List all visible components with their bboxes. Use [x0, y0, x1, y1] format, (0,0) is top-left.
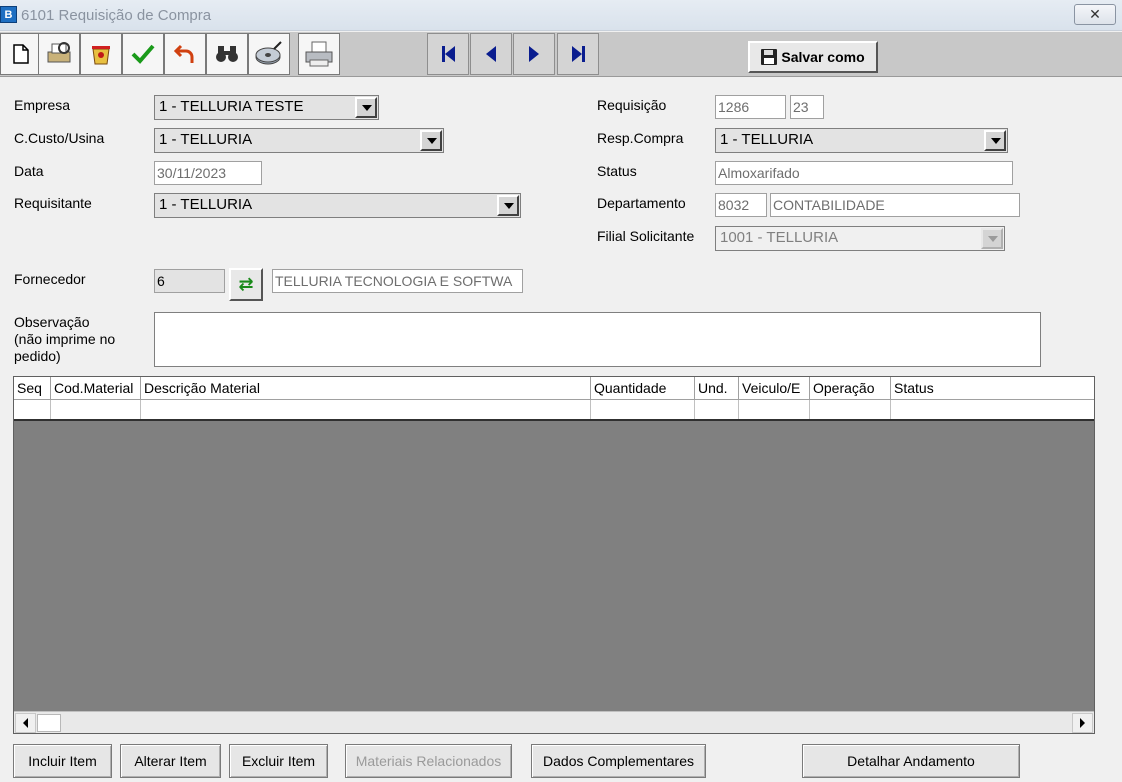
resp-compra-select[interactable]: 1 - TELLURIA — [715, 128, 1008, 153]
delete-icon[interactable] — [80, 33, 122, 75]
requisicao-number-field: 1286 — [715, 95, 786, 119]
incluir-item-button[interactable]: Incluir Item — [13, 744, 112, 778]
filial-label: Filial Solicitante — [597, 228, 695, 244]
floppy-icon — [761, 49, 778, 65]
column-header[interactable]: Und. — [695, 377, 739, 399]
data-label: Data — [14, 163, 44, 179]
filial-value: 1001 - TELLURIA — [720, 229, 839, 246]
excluir-item-button[interactable]: Excluir Item — [229, 744, 328, 778]
empresa-value: 1 - TELLURIA TESTE — [159, 98, 304, 115]
print-preview-icon[interactable] — [38, 33, 80, 75]
requisicao-label: Requisição — [597, 97, 667, 113]
table-row[interactable] — [14, 400, 1094, 421]
column-header[interactable]: Cod.Material — [51, 377, 141, 399]
departamento-label: Departamento — [597, 195, 686, 211]
printer-icon[interactable] — [298, 33, 340, 75]
requisitante-value: 1 - TELLURIA — [159, 196, 253, 213]
previous-record-icon[interactable] — [470, 33, 512, 75]
column-header[interactable]: Veiculo/E — [739, 377, 810, 399]
departamento-name-field: CONTABILIDADE — [770, 193, 1020, 217]
observacao-label: Observação (não imprime no pedido) — [14, 314, 116, 364]
materiais-relacionados-button: Materiais Relacionados — [345, 744, 512, 778]
observacao-field[interactable] — [154, 312, 1041, 367]
empresa-select[interactable]: 1 - TELLURIA TESTE — [154, 95, 379, 120]
chevron-down-icon[interactable] — [984, 130, 1006, 151]
status-label: Status — [597, 163, 637, 179]
undo-icon[interactable] — [164, 33, 206, 75]
requisitante-label: Requisitante — [14, 195, 92, 211]
column-header[interactable]: Status — [891, 377, 1094, 399]
disk-icon[interactable] — [248, 33, 290, 75]
ccusto-value: 1 - TELLURIA — [159, 131, 253, 148]
alterar-item-button[interactable]: Alterar Item — [120, 744, 221, 778]
scroll-right-icon[interactable] — [1072, 713, 1093, 733]
grid-header: Seq Cod.Material Descrição Material Quan… — [14, 377, 1094, 400]
requisitante-select[interactable]: 1 - TELLURIA — [154, 193, 521, 218]
resp-compra-label: Resp.Compra — [597, 130, 684, 146]
column-header[interactable]: Descrição Material — [141, 377, 591, 399]
column-header[interactable]: Seq — [14, 377, 51, 399]
confirm-check-icon[interactable] — [122, 33, 164, 75]
detalhar-andamento-button[interactable]: Detalhar Andamento — [802, 744, 1020, 778]
items-grid[interactable]: Seq Cod.Material Descrição Material Quan… — [13, 376, 1095, 734]
status-field: Almoxarifado — [715, 161, 1013, 185]
table-cell[interactable] — [141, 400, 591, 419]
fornecedor-code-field[interactable]: 6 — [154, 269, 225, 293]
ccusto-select[interactable]: 1 - TELLURIA — [154, 128, 444, 153]
save-as-button[interactable]: Salvar como — [748, 41, 878, 73]
last-record-icon[interactable] — [557, 33, 599, 75]
table-cell[interactable] — [14, 400, 51, 419]
empresa-label: Empresa — [14, 97, 71, 113]
toolbar: Salvar como — [0, 32, 1122, 77]
filial-select: 1001 - TELLURIA — [715, 226, 1005, 251]
table-cell[interactable] — [891, 400, 1094, 419]
scroll-left-icon[interactable] — [15, 713, 36, 733]
chevron-down-icon — [981, 228, 1003, 249]
table-cell[interactable] — [591, 400, 695, 419]
chevron-down-icon[interactable] — [497, 195, 519, 216]
column-header[interactable]: Operação — [810, 377, 891, 399]
ccusto-label: C.Custo/Usina — [14, 130, 105, 146]
table-cell[interactable] — [51, 400, 141, 419]
requisicao-seq-field: 23 — [790, 95, 824, 119]
window-title: 6101 Requisição de Compra — [21, 7, 212, 24]
table-cell[interactable] — [739, 400, 810, 419]
scroll-thumb[interactable] — [37, 714, 61, 732]
fornecedor-name-field: TELLURIA TECNOLOGIA E SOFTWA — [272, 269, 523, 293]
table-cell[interactable] — [695, 400, 739, 419]
horizontal-scrollbar[interactable] — [14, 711, 1094, 733]
dados-complementares-button[interactable]: Dados Complementares — [531, 744, 706, 778]
close-button[interactable]: ✕ — [1074, 4, 1116, 25]
chevron-down-icon[interactable] — [355, 97, 377, 118]
table-cell[interactable] — [810, 400, 891, 419]
data-field[interactable]: 30/11/2023 — [154, 161, 262, 185]
app-icon: B — [0, 6, 17, 23]
fornecedor-search-button[interactable]: ⇄ — [229, 268, 263, 301]
search-binoculars-icon[interactable] — [206, 33, 248, 75]
column-header[interactable]: Quantidade — [591, 377, 695, 399]
next-record-icon[interactable] — [513, 33, 555, 75]
departamento-code-field: 8032 — [715, 193, 767, 217]
new-icon[interactable] — [0, 33, 42, 75]
resp-compra-value: 1 - TELLURIA — [720, 131, 814, 148]
fornecedor-label: Fornecedor — [14, 271, 86, 287]
save-as-label: Salvar como — [781, 49, 865, 65]
title-bar: B 6101 Requisição de Compra ✕ — [0, 0, 1122, 31]
lookup-icon: ⇄ — [238, 274, 254, 294]
chevron-down-icon[interactable] — [420, 130, 442, 151]
first-record-icon[interactable] — [427, 33, 469, 75]
